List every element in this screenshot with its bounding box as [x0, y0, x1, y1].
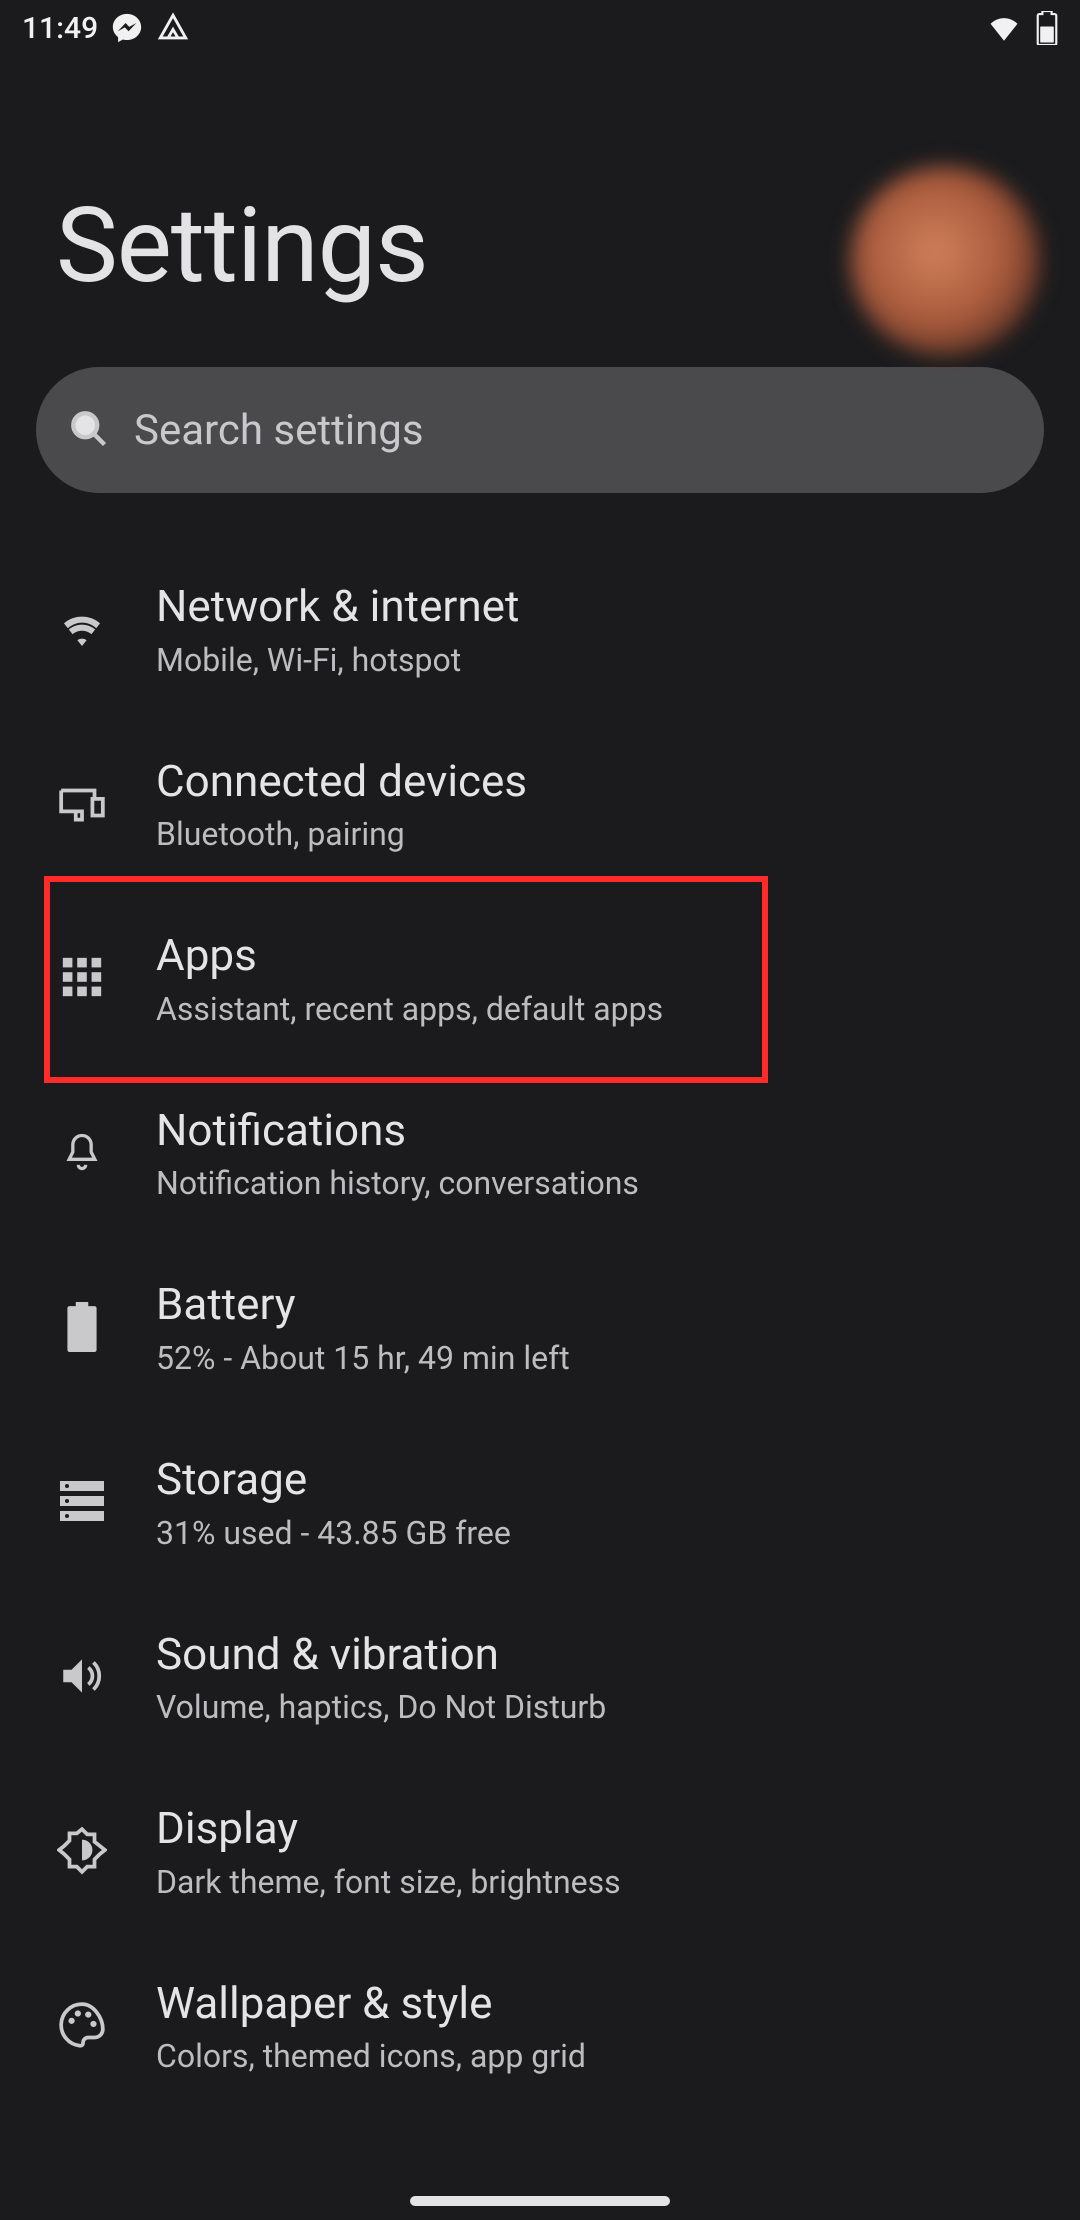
row-title: Notifications	[156, 1105, 1040, 1156]
row-subtitle: Mobile, Wi-Fi, hotspot	[156, 640, 1040, 680]
wifi-status-icon	[984, 11, 1024, 45]
settings-row-connected-devices[interactable]: Connected devices Bluetooth, pairing	[0, 718, 1080, 893]
row-subtitle: Dark theme, font size, brightness	[156, 1862, 1040, 1902]
row-title: Connected devices	[156, 756, 1040, 807]
settings-row-battery[interactable]: Battery 52% - About 15 hr, 49 min left	[0, 1241, 1080, 1416]
settings-row-notifications[interactable]: Notifications Notification history, conv…	[0, 1067, 1080, 1242]
drive-notification-icon	[156, 11, 190, 45]
bell-icon	[60, 1128, 104, 1180]
battery-status-icon	[1036, 11, 1058, 45]
row-title: Apps	[156, 930, 1040, 981]
row-subtitle: 52% - About 15 hr, 49 min left	[156, 1338, 1040, 1378]
status-bar: 11:49	[0, 0, 1080, 56]
storage-icon	[58, 1479, 106, 1527]
row-subtitle: Colors, themed icons, app grid	[156, 2036, 1040, 2076]
search-icon	[66, 406, 110, 454]
row-subtitle: Bluetooth, pairing	[156, 814, 1040, 854]
row-subtitle: Assistant, recent apps, default apps	[156, 989, 1040, 1029]
wifi-icon	[58, 604, 106, 656]
settings-row-storage[interactable]: Storage 31% used - 43.85 GB free	[0, 1416, 1080, 1591]
settings-row-sound[interactable]: Sound & vibration Volume, haptics, Do No…	[0, 1591, 1080, 1766]
row-title: Network & internet	[156, 581, 1040, 632]
battery-icon	[67, 1302, 97, 1356]
settings-row-wallpaper[interactable]: Wallpaper & style Colors, themed icons, …	[0, 1940, 1080, 2115]
status-left: 11:49	[22, 11, 190, 46]
settings-row-network[interactable]: Network & internet Mobile, Wi-Fi, hotspo…	[0, 543, 1080, 718]
row-title: Storage	[156, 1454, 1040, 1505]
messenger-notification-icon	[110, 11, 144, 45]
settings-list: Network & internet Mobile, Wi-Fi, hotspo…	[0, 533, 1080, 2114]
apps-grid-icon	[59, 954, 105, 1004]
row-subtitle: Volume, haptics, Do Not Disturb	[156, 1687, 1040, 1727]
settings-row-display[interactable]: Display Dark theme, font size, brightnes…	[0, 1765, 1080, 1940]
status-time: 11:49	[22, 11, 98, 46]
row-title: Battery	[156, 1279, 1040, 1330]
brightness-icon	[57, 1825, 107, 1879]
search-settings[interactable]: Search settings	[36, 367, 1044, 493]
profile-avatar[interactable]	[850, 166, 1040, 356]
settings-row-apps[interactable]: Apps Assistant, recent apps, default app…	[0, 892, 1080, 1067]
devices-icon	[57, 778, 107, 832]
row-subtitle: Notification history, conversations	[156, 1163, 1040, 1203]
row-title: Wallpaper & style	[156, 1978, 1040, 2029]
row-title: Display	[156, 1803, 1040, 1854]
row-title: Sound & vibration	[156, 1629, 1040, 1680]
header: Settings	[0, 56, 1080, 357]
volume-icon	[57, 1651, 107, 1705]
row-subtitle: 31% used - 43.85 GB free	[156, 1513, 1040, 1553]
gesture-nav-handle[interactable]	[410, 2196, 670, 2206]
search-placeholder: Search settings	[134, 406, 424, 455]
status-right	[984, 11, 1058, 45]
palette-icon	[57, 2000, 107, 2054]
